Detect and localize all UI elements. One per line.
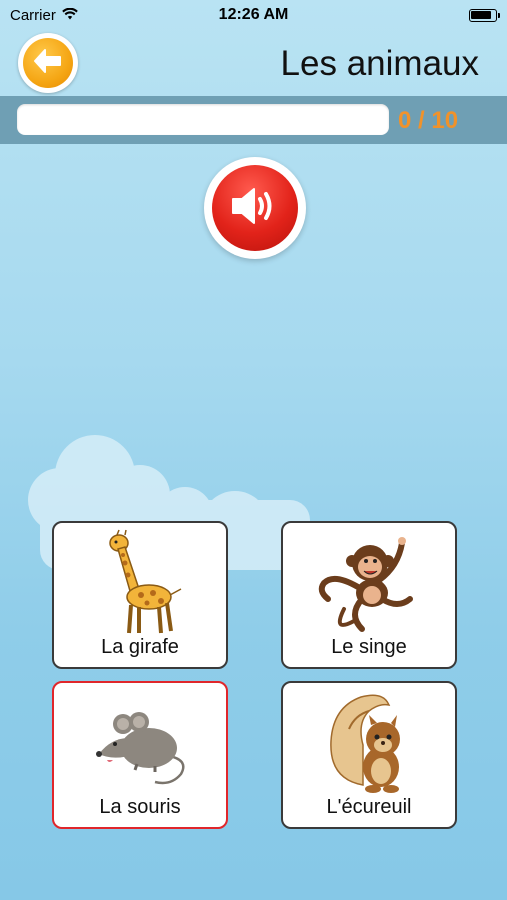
status-left: Carrier [10,7,78,24]
speaker-icon [229,185,281,232]
progress-count: 0 / 10 [398,107,459,134]
status-bar: Carrier 12:26 AM [0,0,507,30]
answer-card-monkey[interactable]: Le singe [281,521,457,669]
battery-icon [469,8,500,22]
mouse-icon [54,689,226,797]
arrow-left-icon [33,48,63,79]
wifi-icon [62,7,78,24]
squirrel-icon [283,689,455,797]
header: Les animaux [0,30,507,94]
battery-level [471,10,491,19]
page-title: Les animaux [280,44,479,83]
play-sound-face [212,165,298,251]
answer-label: L'écureuil [326,796,412,818]
giraffe-icon [54,529,226,637]
back-button[interactable] [18,33,78,93]
answer-card-giraffe[interactable]: La girafe [52,521,228,669]
monkey-icon [283,529,455,637]
carrier-label: Carrier [10,6,56,24]
answer-label: La souris [99,796,181,818]
back-button-face [23,38,73,88]
progress-strip: 0 / 10 [0,96,507,144]
answer-card-squirrel[interactable]: L'écureuil [281,681,457,829]
answer-label: Le singe [331,636,407,658]
answer-label: La girafe [101,636,179,658]
progress-bar [17,104,389,135]
answer-card-mouse[interactable]: La souris [52,681,228,829]
play-sound-button[interactable] [204,157,306,259]
